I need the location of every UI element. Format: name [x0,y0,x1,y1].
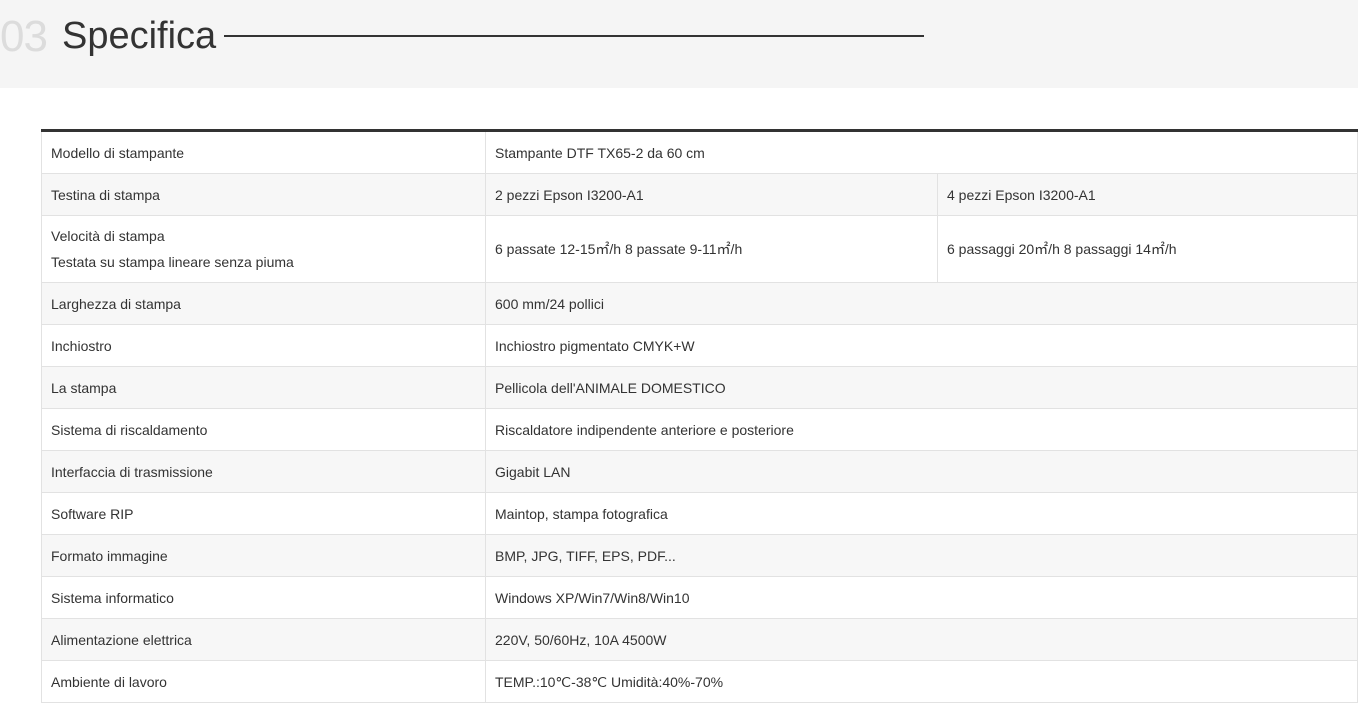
spec-label: Sistema informatico [41,576,486,619]
spec-label: Larghezza di stampa [41,282,486,325]
spec-value: 6 passate 12-15㎡/h 8 passate 9-11㎡/h [485,215,938,283]
spec-label: Inchiostro [41,324,486,367]
table-row: Modello di stampante Stampante DTF TX65-… [41,130,1358,174]
spec-value: Inchiostro pigmentato CMYK+W [485,324,1358,367]
table-row: Velocità di stampa Testata su stampa lin… [41,215,1358,283]
spec-label: Software RIP [41,492,486,535]
table-row: Ambiente di lavoro TEMP.:10℃-38℃ Umidità… [41,660,1358,703]
spec-value: BMP, JPG, TIFF, EPS, PDF... [485,534,1358,577]
spec-label: La stampa [41,366,486,409]
table-row: La stampa Pellicola dell'ANIMALE DOMESTI… [41,366,1358,409]
spec-value: Riscaldatore indipendente anteriore e po… [485,408,1358,451]
spec-value: 2 pezzi Epson I3200-A1 [485,173,938,216]
table-row: Sistema informatico Windows XP/Win7/Win8… [41,576,1358,619]
table-row: Formato immagine BMP, JPG, TIFF, EPS, PD… [41,534,1358,577]
title-divider [224,35,924,37]
spec-label: Ambiente di lavoro [41,660,486,703]
spec-label: Sistema di riscaldamento [41,408,486,451]
table-row: Alimentazione elettrica 220V, 50/60Hz, 1… [41,618,1358,661]
spec-value: TEMP.:10℃-38℃ Umidità:40%-70% [485,660,1358,703]
section-title: Specifica [62,15,217,57]
section-number: 03 [0,12,48,61]
table-row: Software RIP Maintop, stampa fotografica [41,492,1358,535]
spec-value: Gigabit LAN [485,450,1358,493]
spec-label-line1: Velocità di stampa [51,228,165,244]
spec-label-line2: Testata su stampa lineare senza piuma [51,254,294,270]
table-row: Interfaccia di trasmissione Gigabit LAN [41,450,1358,493]
spec-label: Alimentazione elettrica [41,618,486,661]
table-row: Larghezza di stampa 600 mm/24 pollici [41,282,1358,325]
spec-label: Velocità di stampa Testata su stampa lin… [41,215,486,283]
spec-value: 600 mm/24 pollici [485,282,1358,325]
spec-table: Modello di stampante Stampante DTF TX65-… [41,129,1358,703]
spec-label: Modello di stampante [41,130,486,174]
spec-value: Windows XP/Win7/Win8/Win10 [485,576,1358,619]
spec-label: Formato immagine [41,534,486,577]
spec-value: 220V, 50/60Hz, 10A 4500W [485,618,1358,661]
spec-table-container: Modello di stampante Stampante DTF TX65-… [41,129,1358,703]
spec-label: Testina di stampa [41,173,486,216]
section-header: 03 Specifica [0,0,1358,88]
spec-value: Stampante DTF TX65-2 da 60 cm [485,130,1358,174]
table-row: Sistema di riscaldamento Riscaldatore in… [41,408,1358,451]
table-row: Inchiostro Inchiostro pigmentato CMYK+W [41,324,1358,367]
spec-value: Pellicola dell'ANIMALE DOMESTICO [485,366,1358,409]
spec-value-alt: 4 pezzi Epson I3200-A1 [937,173,1358,216]
spec-label: Interfaccia di trasmissione [41,450,486,493]
spec-value-alt: 6 passaggi 20㎡/h 8 passaggi 14㎡/h [937,215,1358,283]
table-row: Testina di stampa 2 pezzi Epson I3200-A1… [41,173,1358,216]
spec-value: Maintop, stampa fotografica [485,492,1358,535]
